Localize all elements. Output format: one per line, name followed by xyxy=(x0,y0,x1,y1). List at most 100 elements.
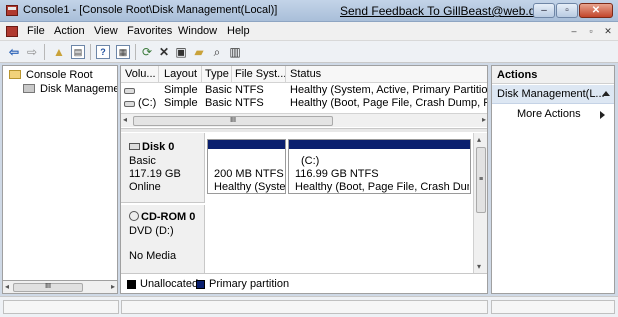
cdrom-0-info[interactable]: CD-ROM 0 DVD (D:) No Media xyxy=(121,205,205,273)
more-actions[interactable]: More Actions xyxy=(517,108,581,120)
refresh-icon[interactable]: ⟳ xyxy=(139,44,155,60)
minimize-button[interactable]: – xyxy=(533,3,555,18)
toolbar-separator xyxy=(90,44,91,60)
search-icon[interactable]: ⌕ xyxy=(209,44,225,60)
show-hide-tree-icon[interactable]: ▤ xyxy=(71,45,85,59)
column-header-volume[interactable]: Volu... xyxy=(125,68,156,80)
partition-c[interactable]: (C:) 116.99 GB NTFS Healthy (Boot, Page … xyxy=(288,139,471,194)
maximize-button[interactable]: ▫ xyxy=(556,3,578,18)
help-icon[interactable]: ? xyxy=(96,45,110,59)
actions-pane: Actions Disk Management(L... More Action… xyxy=(491,65,615,294)
volume-list-header: Volu... Layout Type File Syst... Status xyxy=(121,66,487,83)
menu-action[interactable]: Action xyxy=(54,25,85,37)
scroll-right-icon[interactable]: ▸ xyxy=(111,282,115,291)
delete-icon[interactable]: ✕ xyxy=(156,44,172,60)
graphical-disk-view: Disk 0 Basic 117.19 GB Online 200 MB NTF… xyxy=(121,133,487,273)
menu-window[interactable]: Window xyxy=(178,25,217,37)
tree-horizontal-scrollbar[interactable]: ◂ III ▸ xyxy=(2,280,118,294)
status-cell xyxy=(121,300,488,314)
volume-scroll-thumb[interactable]: III xyxy=(133,116,333,126)
collapse-icon[interactable] xyxy=(602,91,610,96)
view-icon[interactable]: ▥ xyxy=(227,44,243,60)
child-close-button[interactable]: ✕ xyxy=(601,25,615,38)
tree-item-label: Console Root xyxy=(26,69,93,81)
volume-status: Healthy (Boot, Page File, Crash Dump, Pr… xyxy=(290,97,487,109)
folder-icon xyxy=(9,70,21,79)
volume-icon xyxy=(124,101,135,107)
child-restore-button[interactable]: ▫ xyxy=(584,25,598,38)
console-tree: Console Root Disk Management xyxy=(2,65,118,294)
disk-0-info[interactable]: Disk 0 Basic 117.19 GB Online xyxy=(121,133,205,203)
scroll-left-icon[interactable]: ◂ xyxy=(123,115,127,124)
mmc-app-icon[interactable] xyxy=(6,5,18,16)
volume-status: Healthy (System, Active, Primary Partiti… xyxy=(290,84,488,96)
menu-help[interactable]: Help xyxy=(227,25,250,37)
disk-scroll-thumb[interactable]: ≡ xyxy=(476,147,486,213)
column-divider[interactable] xyxy=(201,66,202,83)
column-header-file-system[interactable]: File Syst... xyxy=(235,68,286,80)
volume-file-system: NTFS xyxy=(235,97,264,109)
actions-section-disk-management[interactable]: Disk Management(L... xyxy=(492,85,614,104)
column-header-layout[interactable]: Layout xyxy=(164,68,197,80)
volume-type: Basic xyxy=(205,84,232,96)
toolbar-separator xyxy=(135,44,136,60)
volume-list-horizontal-scrollbar[interactable]: ◂ III ▸ xyxy=(121,113,487,127)
status-cell xyxy=(491,300,615,314)
submenu-arrow-icon[interactable] xyxy=(600,111,605,119)
partition-label: (C:) xyxy=(301,155,320,167)
disk-state: Online xyxy=(129,181,161,193)
scroll-up-icon[interactable]: ▴ xyxy=(477,135,481,144)
volume-layout: Simple xyxy=(164,84,198,96)
disk-view-vertical-scrollbar[interactable]: ▴ ≡ ▾ xyxy=(473,133,487,273)
menu-bar: File Action View Favorites Window Help –… xyxy=(0,22,618,41)
pane-splitter[interactable] xyxy=(121,128,487,132)
tree-item-label: Disk Management xyxy=(40,83,117,95)
disk-name: CD-ROM 0 xyxy=(129,211,195,223)
disk-kind: Basic xyxy=(129,155,156,167)
title-bar: Console1 - [Console Root\Disk Management… xyxy=(0,0,618,22)
send-feedback-link[interactable]: Send Feedback To GillBeast@web.de xyxy=(340,4,542,18)
up-folder-icon[interactable]: ▲ xyxy=(51,44,67,60)
back-icon[interactable]: ⇦ xyxy=(6,44,22,60)
status-bar xyxy=(0,296,618,317)
column-header-type[interactable]: Type xyxy=(205,68,229,80)
properties-sheet-icon[interactable]: ▣ xyxy=(173,44,189,60)
volume-file-system: NTFS xyxy=(235,84,264,96)
disk-management-pane: Volu... Layout Type File Syst... Status … xyxy=(120,65,488,294)
menu-favorites[interactable]: Favorites xyxy=(127,25,172,37)
column-divider[interactable] xyxy=(158,66,159,83)
menu-view[interactable]: View xyxy=(94,25,118,37)
partition-system-reserved[interactable]: 200 MB NTFS Healthy (System xyxy=(207,139,286,194)
partition-size: 116.99 GB NTFS xyxy=(295,168,379,180)
column-divider[interactable] xyxy=(231,66,232,83)
open-folder-icon[interactable]: ▰ xyxy=(191,44,207,60)
volume-row[interactable]: Simple Basic NTFS Healthy (System, Activ… xyxy=(121,84,488,98)
menu-file[interactable]: File xyxy=(27,25,45,37)
cd-rom-icon xyxy=(129,211,139,221)
tree-item-disk-management[interactable]: Disk Management xyxy=(23,83,117,95)
forward-icon[interactable]: ⇨ xyxy=(24,44,40,60)
disk-name: Disk 0 xyxy=(129,141,174,153)
close-button[interactable]: ✕ xyxy=(579,3,613,18)
hard-disk-icon xyxy=(129,143,140,150)
column-header-status[interactable]: Status xyxy=(290,68,321,80)
status-cell xyxy=(3,300,119,314)
volume-name: (C:) xyxy=(138,97,157,109)
column-divider[interactable] xyxy=(285,66,286,83)
scroll-left-icon[interactable]: ◂ xyxy=(5,282,9,291)
actions-section-label: Disk Management(L... xyxy=(497,88,605,100)
volume-type: Basic xyxy=(205,97,232,109)
volume-row[interactable]: (C:) Simple Basic NTFS Healthy (Boot, Pa… xyxy=(121,97,487,111)
disk-kind: DVD (D:) xyxy=(129,225,174,237)
partition-status: Healthy (Boot, Page File, Crash Dump, P xyxy=(295,181,469,193)
primary-partition-bar xyxy=(208,140,285,149)
legend-unallocated: Unallocated xyxy=(140,278,199,290)
tree-scroll-thumb[interactable]: III xyxy=(13,283,83,292)
volume-layout: Simple xyxy=(164,97,198,109)
tree-item-console-root[interactable]: Console Root xyxy=(9,69,93,81)
child-minimize-button[interactable]: – xyxy=(567,25,581,38)
console-menu-icon[interactable] xyxy=(6,26,18,37)
scroll-right-icon[interactable]: ▸ xyxy=(482,115,486,124)
properties-icon[interactable]: ▦ xyxy=(116,45,130,59)
scroll-down-icon[interactable]: ▾ xyxy=(477,262,481,271)
